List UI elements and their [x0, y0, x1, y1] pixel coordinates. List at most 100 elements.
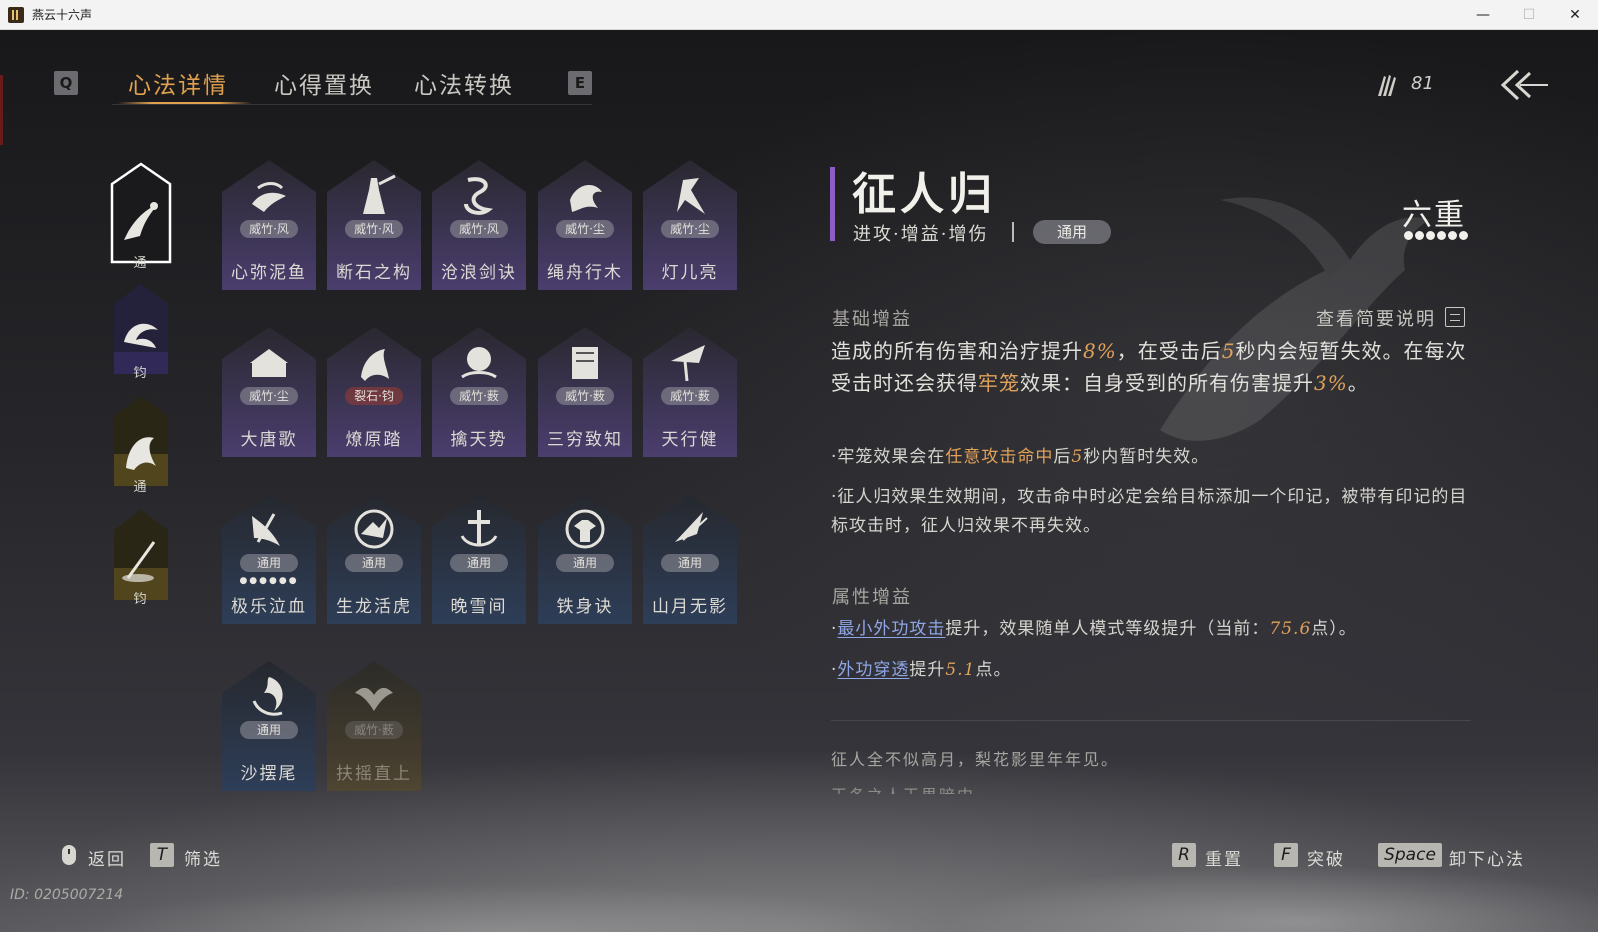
back-hint[interactable]: 返回 [88, 845, 126, 870]
lantern-icon [677, 178, 705, 214]
reset-hint[interactable]: 重置 [1205, 845, 1243, 870]
card-name: 灯儿亮 [661, 263, 719, 283]
xinfa-card[interactable]: 威竹·薮 天行健 [641, 325, 739, 459]
currency-count: 81 [1411, 73, 1434, 94]
equip-slot-1[interactable]: 通 [110, 162, 172, 271]
reset-key[interactable]: R [1172, 843, 1196, 867]
next-tab-key[interactable]: E [568, 71, 592, 95]
player-id: ID: 0205007214 [10, 887, 124, 903]
xinfa-card[interactable]: 通用 铁身诀 [536, 492, 634, 626]
slot-tag: 钧 [133, 592, 147, 607]
minimize-button[interactable]: — [1460, 0, 1506, 30]
active-tab-underline [118, 102, 252, 104]
filter-hint[interactable]: 筛选 [184, 845, 222, 870]
min-attack-link[interactable]: 最小外功攻击 [837, 619, 945, 639]
tiger-icon [354, 509, 394, 549]
card-school-tag: 通用 [556, 554, 614, 572]
card-name: 燎原踏 [345, 430, 403, 450]
palace-icon [250, 349, 288, 377]
title-accent-bar [830, 167, 835, 241]
unequip-hint[interactable]: 卸下心法 [1449, 845, 1525, 870]
level-dot [1426, 231, 1435, 240]
xinfa-card[interactable]: 裂石·钧 燎原踏 [325, 325, 423, 459]
card-school-tag: 威竹·薮 [661, 387, 719, 405]
equip-slot-4[interactable]: 钧 [110, 508, 170, 607]
tabs-baseline [112, 104, 592, 105]
equip-slot-3[interactable]: 通 [110, 394, 170, 495]
app-icon [8, 6, 24, 23]
tab-xinfa-convert[interactable]: 心法转换 [414, 66, 514, 100]
card-name: 三穷致知 [547, 430, 623, 450]
xinfa-card[interactable]: 通用 山月无影 [641, 492, 739, 626]
brief-toggle-link[interactable]: 查看简要说明 [1316, 305, 1436, 331]
xinfa-card[interactable]: 威竹·薮 扶摇直上 [325, 659, 423, 793]
card-school-tag: 威竹·薮 [450, 387, 508, 405]
xinfa-card[interactable]: 威竹·尘灯儿亮 [641, 158, 739, 292]
unequip-key[interactable]: Space [1378, 843, 1442, 867]
slot-tag: 通 [133, 480, 147, 495]
xinfa-subtitle: 进攻·增益·增伤 [853, 224, 989, 245]
section-divider [831, 720, 1471, 721]
flavor-text-cut: 王冬之人王果暗中 [831, 782, 975, 794]
card-school-tag: 威竹·尘 [661, 220, 719, 238]
break-hint[interactable]: 突破 [1307, 845, 1345, 870]
scroll-icon [572, 347, 598, 379]
feather-bundle-icon [1378, 75, 1396, 96]
warrior-icon [363, 174, 396, 214]
card-school-tag: 通用 [450, 554, 508, 572]
bullet-cage: ·牢笼效果会在任意攻击命中后5秒内暂时失效。 [831, 447, 1210, 467]
horse-rider-icon [361, 349, 389, 381]
prev-tab-key[interactable]: Q [54, 71, 78, 95]
fish-icon [252, 182, 286, 212]
xinfa-card[interactable]: 威竹·薮 三穷致知 [536, 325, 634, 459]
window-titlebar: 燕云十六声 — ☐ ✕ [0, 0, 1598, 30]
filter-key[interactable]: T [150, 843, 174, 867]
close-button[interactable]: ✕ [1552, 0, 1598, 30]
base-header: 基础增益 [832, 309, 912, 330]
card-name: 沙摆尾 [240, 764, 298, 784]
xinfa-card[interactable]: 威竹·风 沧浪剑诀 [430, 158, 528, 292]
swirl-icon [252, 677, 283, 716]
mist-overlay [0, 812, 1598, 932]
card-school-tag: 通用 [661, 554, 719, 572]
level-dot [1437, 231, 1446, 240]
mouse-icon [62, 845, 76, 865]
card-school-tag: 威竹·尘 [240, 387, 298, 405]
xinfa-card[interactable]: 通用 ●●●●●● 极乐泣血 [220, 492, 318, 626]
eagle-icon [355, 687, 393, 711]
xinfa-card[interactable]: 通用 生龙活虎 [325, 492, 423, 626]
subtitle-separator [1012, 222, 1014, 242]
xinfa-card[interactable]: 通用 晚雪间 [430, 492, 528, 626]
bullet-mark: ·征人归效果生效期间，攻击命中时必定会给目标添加一个印记，被带有印记的目标攻击时… [831, 487, 1468, 536]
attr-penetration: ·外功穿透提升5.1点。 [831, 660, 1012, 680]
tab-xinde-swap[interactable]: 心得置换 [274, 66, 374, 100]
strongman-icon [565, 509, 605, 549]
break-key[interactable]: F [1274, 843, 1298, 867]
window-title: 燕云十六声 [32, 8, 93, 22]
xinfa-card[interactable]: 威竹·风 心弥泥鱼 [220, 158, 318, 292]
type-pill: 通用 [1033, 220, 1111, 244]
card-school-tag: 威竹·尘 [556, 220, 614, 238]
card-school-tag: 威竹·薮 [345, 721, 403, 739]
tab-xinfa-details[interactable]: 心法详情 [128, 66, 228, 100]
back-arrow-icon[interactable] [1500, 68, 1550, 102]
toggle-icon[interactable] [1445, 307, 1465, 327]
card-school-tag: 威竹·风 [450, 220, 508, 238]
card-school-tag: 通用 [345, 554, 403, 572]
level-dots [1404, 231, 1468, 240]
xinfa-card[interactable]: 通用 沙摆尾 [220, 659, 318, 793]
penetration-link[interactable]: 外功穿透 [837, 660, 909, 680]
slot-tag: 通 [133, 256, 147, 271]
card-school-tag: 通用 [240, 554, 298, 572]
xinfa-card[interactable]: 威竹·尘 大唐歌 [220, 325, 318, 459]
maximize-button[interactable]: ☐ [1506, 0, 1552, 30]
dragon-icon [464, 177, 494, 215]
equip-slot-2[interactable]: 钧 [110, 282, 170, 381]
xinfa-card[interactable]: 威竹·尘 绳舟行木 [536, 158, 634, 292]
xinfa-card[interactable]: 威竹·薮 擒天势 [430, 325, 528, 459]
card-level-dots: ●●●●●● [239, 576, 299, 586]
flavor-text: 征人全不似高月，梨花影里年年见。 [831, 750, 1120, 769]
xinfa-card[interactable]: 威竹·风 断石之构 [325, 158, 423, 292]
window-controls: — ☐ ✕ [1460, 0, 1598, 30]
card-school-tag: 威竹·风 [345, 220, 403, 238]
